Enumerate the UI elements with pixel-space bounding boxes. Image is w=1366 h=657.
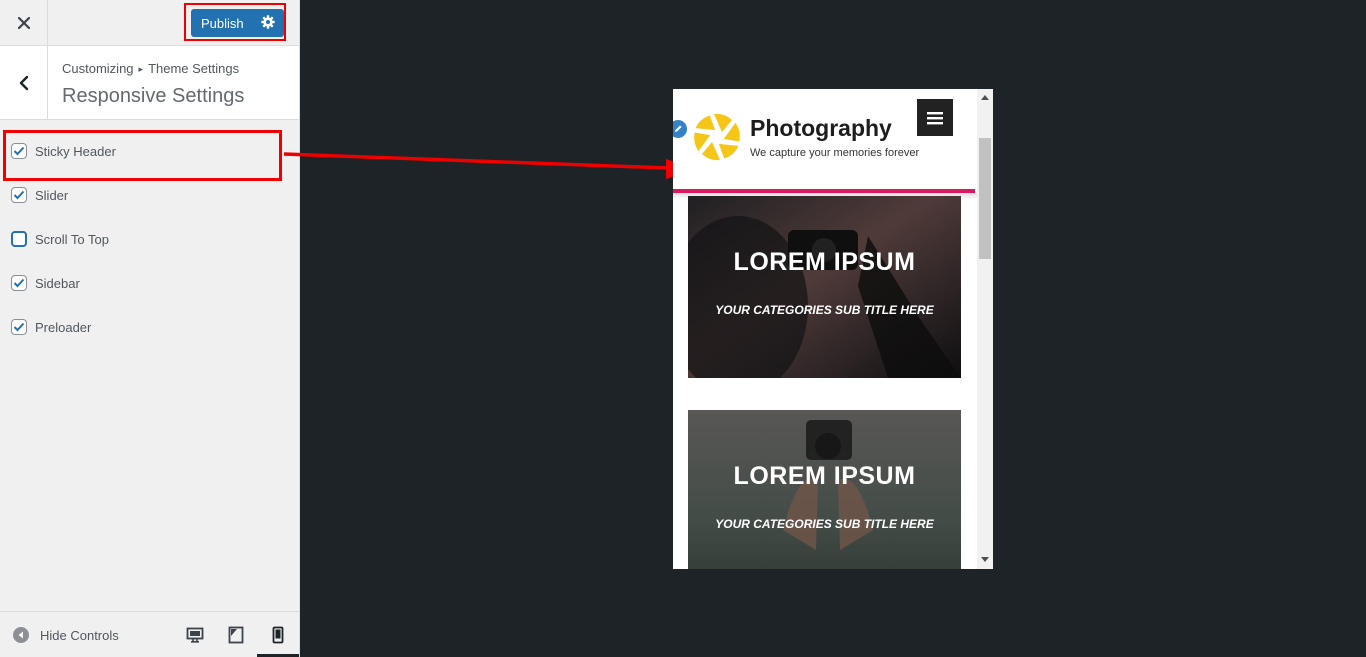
scrollbar-thumb[interactable]	[979, 138, 991, 259]
close-icon	[17, 16, 30, 29]
category-card[interactable]: LOREM IPSUM YOUR CATEGORIES SUB TITLE HE…	[688, 410, 961, 569]
sidebar-checkbox[interactable]	[11, 275, 27, 291]
close-customizer-button[interactable]	[0, 0, 48, 45]
scroll-to-top-checkbox[interactable]	[11, 231, 27, 247]
option-sticky-header[interactable]: Sticky Header	[11, 140, 116, 162]
gear-icon[interactable]	[261, 15, 275, 29]
scroll-down-arrow-icon[interactable]	[981, 557, 989, 562]
publish-label: Publish	[201, 15, 244, 31]
option-label: Preloader	[35, 319, 92, 335]
tablet-preview-button[interactable]	[226, 625, 246, 645]
mobile-preview-button[interactable]	[268, 625, 288, 645]
card-photo-camera	[688, 196, 961, 378]
desktop-preview-button[interactable]	[185, 625, 205, 645]
checkmark-icon	[13, 322, 25, 332]
sticky-header-checkbox[interactable]	[11, 143, 27, 159]
option-label: Sidebar	[35, 275, 80, 291]
camera-aperture-logo	[694, 113, 740, 161]
edit-shortcut-button[interactable]	[673, 118, 689, 140]
checkmark-icon	[13, 146, 25, 156]
checkmark-icon	[13, 278, 25, 288]
publish-button[interactable]: Publish	[191, 9, 284, 37]
option-scroll-to-top[interactable]: Scroll To Top	[11, 228, 109, 250]
customizer-header: Publish	[0, 0, 299, 46]
tablet-icon	[228, 626, 244, 644]
customizer-panel: Publish Customizing ▸ Theme Settings Res…	[0, 0, 300, 657]
option-label: Slider	[35, 187, 69, 203]
section-title: Responsive Settings	[62, 85, 245, 107]
option-preloader[interactable]: Preloader	[11, 316, 91, 338]
breadcrumb-parent: Theme Settings	[148, 61, 240, 76]
option-sidebar[interactable]: Sidebar	[11, 272, 80, 294]
customizer-footer: Hide Controls	[0, 611, 299, 657]
card-title: LOREM IPSUM	[733, 248, 916, 276]
section-header: Customizing ▸ Theme Settings Responsive Se…	[0, 46, 299, 120]
site-tagline: We capture your memories forever	[750, 147, 920, 159]
site-header: Photography We capture your memories for…	[673, 89, 977, 189]
slider-checkbox[interactable]	[11, 187, 27, 203]
pencil-icon	[675, 125, 682, 132]
mobile-icon	[272, 626, 284, 644]
hide-controls-icon	[13, 627, 29, 643]
site-title[interactable]: Photography	[750, 115, 892, 142]
card-subtitle: YOUR CATEGORIES SUB TITLE HERE	[715, 303, 934, 317]
checkmark-icon	[13, 190, 25, 200]
scroll-up-arrow-icon[interactable]	[981, 95, 989, 100]
card-title: LOREM IPSUM	[733, 462, 916, 490]
preview-scrollbar[interactable]	[977, 89, 993, 569]
chevron-left-icon	[19, 75, 28, 90]
mobile-menu-button[interactable]	[917, 99, 953, 136]
site-preview-mobile: Photography We capture your memories for…	[673, 89, 993, 569]
option-label: Sticky Header	[35, 143, 116, 159]
hide-controls-label: Hide Controls	[40, 627, 119, 643]
breadcrumb-separator-icon: ▸	[138, 64, 144, 74]
breadcrumb: Customizing ▸ Theme Settings	[62, 61, 239, 76]
breadcrumb-root: Customizing	[62, 61, 134, 76]
option-label: Scroll To Top	[35, 231, 109, 247]
desktop-icon	[186, 627, 204, 643]
hide-controls-button[interactable]: Hide Controls	[13, 627, 119, 643]
preloader-checkbox[interactable]	[11, 319, 27, 335]
option-slider[interactable]: Slider	[11, 184, 68, 206]
hamburger-icon	[927, 111, 943, 124]
back-button[interactable]	[0, 46, 48, 119]
card-subtitle: YOUR CATEGORIES SUB TITLE HERE	[715, 517, 934, 531]
category-card[interactable]: LOREM IPSUM YOUR CATEGORIES SUB TITLE HE…	[688, 196, 961, 378]
